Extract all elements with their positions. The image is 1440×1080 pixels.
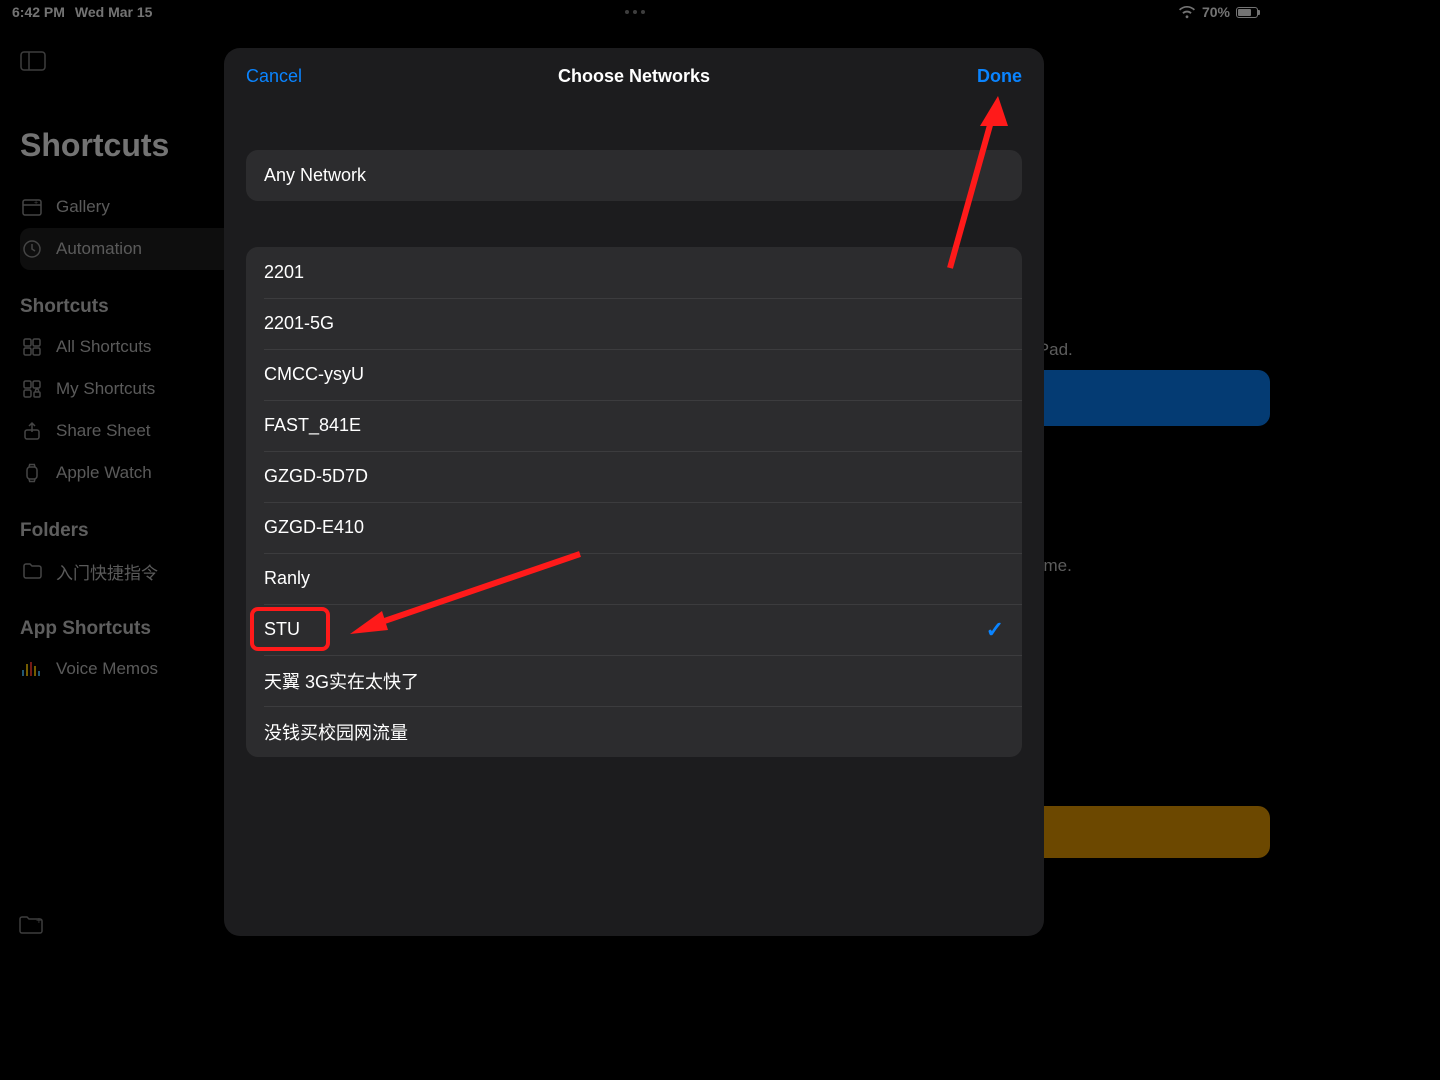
network-list: 2201 2201-5G CMCC-ysyU FAST_841E GZGD-5D7D GZ…	[246, 247, 1022, 757]
network-name: CMCC-ysyU	[264, 364, 364, 385]
network-row[interactable]: GZGD-5D7D	[246, 451, 1022, 502]
any-network-label: Any Network	[264, 165, 366, 186]
network-row[interactable]: GZGD-E410	[246, 502, 1022, 553]
network-name: FAST_841E	[264, 415, 361, 436]
network-row[interactable]: STU ✓	[246, 604, 1022, 655]
modal-header: Cancel Choose Networks Done	[224, 48, 1044, 104]
network-row[interactable]: 2201-5G	[246, 298, 1022, 349]
network-name: 2201	[264, 262, 304, 283]
any-network-row[interactable]: Any Network	[246, 150, 1022, 201]
network-row[interactable]: Ranly	[246, 553, 1022, 604]
network-row[interactable]: FAST_841E	[246, 400, 1022, 451]
network-name: GZGD-E410	[264, 517, 364, 538]
cancel-button[interactable]: Cancel	[246, 66, 302, 87]
network-name: 2201-5G	[264, 313, 334, 334]
network-name: Ranly	[264, 568, 310, 589]
network-row[interactable]: CMCC-ysyU	[246, 349, 1022, 400]
network-row[interactable]: 2201	[246, 247, 1022, 298]
network-name: GZGD-5D7D	[264, 466, 368, 487]
network-name: 没钱买校园网流量	[264, 719, 408, 745]
network-row[interactable]: 没钱买校园网流量	[246, 706, 1022, 757]
checkmark-icon: ✓	[986, 617, 1004, 643]
network-name: STU	[264, 619, 300, 640]
network-name: 天翼 3G实在太快了	[264, 668, 419, 694]
modal-title: Choose Networks	[558, 66, 710, 87]
choose-networks-modal: Cancel Choose Networks Done Any Network …	[224, 48, 1044, 936]
network-row[interactable]: 天翼 3G实在太快了	[246, 655, 1022, 706]
done-button[interactable]: Done	[977, 66, 1022, 87]
